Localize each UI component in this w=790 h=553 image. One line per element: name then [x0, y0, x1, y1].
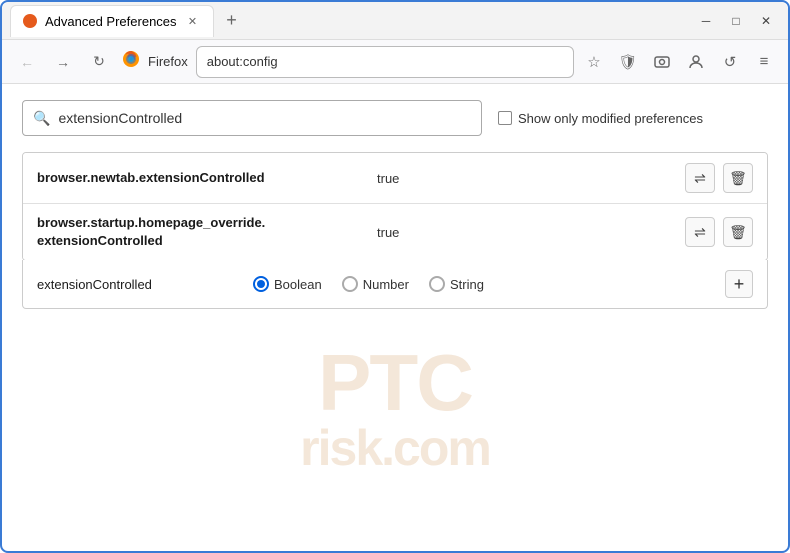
bookmark-icon[interactable]: ☆: [580, 48, 608, 76]
screenshot-icon[interactable]: [648, 48, 676, 76]
close-button[interactable]: ✕: [752, 7, 780, 35]
radio-number[interactable]: Number: [342, 276, 409, 292]
table-row[interactable]: browser.newtab.extensionControlled true …: [23, 153, 767, 204]
pref-actions-2: ⇌ 🗑: [685, 217, 753, 247]
add-pref-button[interactable]: +: [725, 270, 753, 298]
watermark: PTC risk.com: [300, 343, 490, 473]
radio-string-label: String: [450, 277, 484, 292]
sync-icon[interactable]: ↺: [716, 48, 744, 76]
radio-number-label: Number: [363, 277, 409, 292]
radio-boolean-inner: [257, 280, 265, 288]
profile-icon[interactable]: [682, 48, 710, 76]
add-pref-row: extensionControlled Boolean Number Strin…: [22, 260, 768, 309]
menu-icon[interactable]: ≡: [750, 48, 778, 76]
pref-name-1: browser.newtab.extensionControlled: [37, 169, 377, 187]
pref-delete-button-2[interactable]: 🗑: [723, 217, 753, 247]
radio-string[interactable]: String: [429, 276, 484, 292]
radio-boolean-outer: [253, 276, 269, 292]
forward-button[interactable]: →: [48, 47, 78, 77]
preferences-table: browser.newtab.extensionControlled true …: [22, 152, 768, 261]
nav-icons: ☆ 🛡 ↺ ≡: [580, 48, 778, 76]
window-controls: ─ □ ✕: [692, 7, 780, 35]
show-modified-checkbox[interactable]: [498, 111, 512, 125]
pref-name-2: browser.startup.homepage_override. exten…: [37, 214, 377, 250]
nav-bar: ← → ↻ Firefox about:config ☆ 🛡 ↺: [2, 40, 788, 84]
search-row: 🔍 extensionControlled Show only modified…: [22, 100, 768, 136]
browser-tab[interactable]: Advanced Preferences ✕: [10, 5, 214, 37]
firefox-logo: [120, 48, 142, 75]
title-bar: Advanced Preferences ✕ + ─ □ ✕: [2, 2, 788, 40]
radio-boolean[interactable]: Boolean: [253, 276, 322, 292]
pref-value-2: true: [377, 225, 685, 240]
address-bar[interactable]: about:config: [196, 46, 574, 78]
new-pref-name: extensionControlled: [37, 277, 237, 292]
radio-number-outer: [342, 276, 358, 292]
pref-swap-button-2[interactable]: ⇌: [685, 217, 715, 247]
pref-value-1: true: [377, 171, 685, 186]
radio-string-outer: [429, 276, 445, 292]
search-box[interactable]: 🔍 extensionControlled: [22, 100, 482, 136]
new-tab-button[interactable]: +: [218, 7, 246, 35]
content-area: 🔍 extensionControlled Show only modified…: [2, 84, 788, 325]
back-button[interactable]: ←: [12, 47, 42, 77]
shield-icon[interactable]: 🛡: [614, 48, 642, 76]
maximize-button[interactable]: □: [722, 7, 750, 35]
search-icon: 🔍: [33, 110, 50, 127]
reload-button[interactable]: ↻: [84, 47, 114, 77]
show-modified-label[interactable]: Show only modified preferences: [498, 111, 703, 126]
pref-swap-button-1[interactable]: ⇌: [685, 163, 715, 193]
firefox-label: Firefox: [148, 54, 188, 69]
pref-delete-button-1[interactable]: 🗑: [723, 163, 753, 193]
type-radio-group: Boolean Number String: [253, 276, 709, 292]
table-row[interactable]: browser.startup.homepage_override. exten…: [23, 204, 767, 260]
tab-title: Advanced Preferences: [45, 14, 177, 29]
minimize-button[interactable]: ─: [692, 7, 720, 35]
tab-favicon: [23, 14, 37, 28]
radio-boolean-label: Boolean: [274, 277, 322, 292]
pref-actions-1: ⇌ 🗑: [685, 163, 753, 193]
address-text: about:config: [207, 54, 278, 69]
tab-close-button[interactable]: ✕: [185, 13, 201, 29]
search-input[interactable]: extensionControlled: [58, 110, 182, 126]
